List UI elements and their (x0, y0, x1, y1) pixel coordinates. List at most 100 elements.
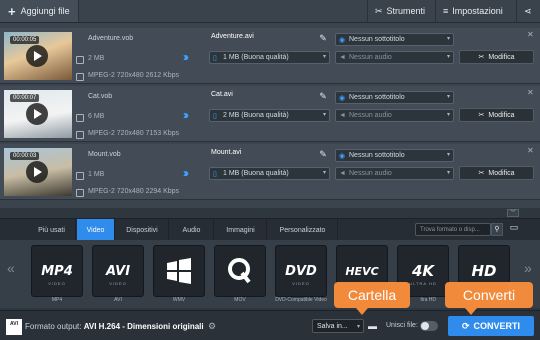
video-thumbnail[interactable]: 00:00:03 (4, 148, 72, 196)
subtitle-value: Nessun sottotitolo (349, 36, 405, 43)
format-mp4[interactable]: MP4 VIDEO (31, 245, 83, 297)
format-avi[interactable]: AVI VIDEO (92, 245, 144, 297)
format-logo: 4K (411, 262, 435, 280)
subtitle-icon: ◉ (339, 95, 346, 102)
windows-logo-icon (167, 258, 191, 284)
tools-label: Strumenti (386, 6, 426, 16)
speaker-icon: ◄ (339, 54, 346, 61)
chevron-down-icon: ▾ (446, 54, 450, 60)
source-size: 6 MB (88, 113, 105, 120)
pencil-icon[interactable]: ✎ (316, 33, 330, 45)
subtitle-icon: ◉ (339, 153, 346, 160)
close-icon[interactable]: ✕ (527, 30, 534, 39)
timecode: 00:00:03 (10, 152, 40, 160)
save-to-select[interactable]: Salva in... ▾ (312, 319, 364, 333)
tab-custom[interactable]: Personalizzato (268, 219, 338, 241)
format-dvd[interactable]: DVD VIDEO (275, 245, 327, 297)
tab-images[interactable]: Immagini (215, 219, 267, 241)
tab-video[interactable]: Video (77, 219, 115, 241)
merge-files-toggle[interactable] (420, 321, 438, 331)
edit-button[interactable]: ✂ Modifica (459, 108, 534, 122)
file-row[interactable]: 00:00:07 Cat.vob 6 MB MPEG-2 720x480 715… (0, 86, 540, 142)
output-size-select[interactable]: ▯ 1 MB (Buona qualità) ▾ (209, 51, 330, 64)
source-size: 2 MB (88, 55, 105, 62)
quicktime-logo-icon (228, 258, 251, 284)
format-search-input[interactable]: Trova formato o disp... (415, 223, 491, 236)
folder-icon[interactable]: ▬ (368, 321, 377, 331)
edit-button[interactable]: ✂ Modifica (459, 166, 534, 180)
output-filename[interactable]: Mount.avi (209, 149, 310, 161)
output-format-value[interactable]: AVI H.264 - Dimensioni originali (84, 322, 204, 331)
chevron-down-icon: ▾ (322, 112, 326, 118)
source-filename: Adventure.vob (88, 35, 134, 42)
subtitle-value: Nessun sottotitolo (349, 152, 405, 159)
settings-button[interactable]: ≡ Impostazioni (435, 0, 510, 22)
chevron-down-icon: ▾ (356, 324, 360, 330)
pencil-icon[interactable]: ✎ (316, 91, 330, 103)
play-icon[interactable] (26, 103, 48, 125)
search-icon[interactable]: ⚲ (491, 223, 503, 236)
subtitle-select[interactable]: ◉ Nessun sottotitolo ▾ (335, 91, 454, 104)
chevron-down-icon: ▾ (446, 36, 450, 42)
tab-devices[interactable]: Dispositivi (116, 219, 169, 241)
video-thumbnail[interactable]: 00:00:05 (4, 32, 72, 80)
gear-icon[interactable]: ⚙ (208, 321, 216, 332)
audio-select[interactable]: ◄ Nessun audio ▾ (335, 51, 454, 64)
convert-button[interactable]: ⟳ CONVERTI (448, 316, 534, 336)
source-size: 1 MB (88, 171, 105, 178)
source-info: MPEG-2 720x480 2294 Kbps (88, 188, 180, 195)
chevron-right-icon[interactable]: » (524, 260, 532, 276)
settings-icon: ≡ (443, 6, 449, 16)
format-logo: MP4 (41, 263, 73, 279)
close-icon[interactable]: ✕ (527, 146, 534, 155)
chevron-left-icon[interactable]: « (7, 260, 15, 276)
chevron-down-icon: ▾ (322, 170, 326, 176)
timecode: 00:00:07 (10, 94, 40, 102)
format-wmv[interactable] (153, 245, 205, 297)
format-mov[interactable] (214, 245, 266, 297)
tab-most-used[interactable]: Più usati (28, 219, 76, 241)
audio-select[interactable]: ◄ Nessun audio ▾ (335, 167, 454, 180)
subtitle-icon: ◉ (339, 37, 346, 44)
chevron-down-icon: ▾ (446, 94, 450, 100)
file-list: 00:00:05 Adventure.vob 2 MB MPEG-2 720x4… (0, 23, 540, 208)
edit-label: Modifica (488, 53, 515, 61)
device-detect-icon[interactable]: ▭ (507, 222, 521, 237)
file-icon: ▯ (213, 171, 217, 178)
source-filename: Cat.vob (88, 93, 113, 100)
collapse-panel-button[interactable]: ︾ (507, 209, 519, 217)
source-info: MPEG-2 720x480 2612 Kbps (88, 72, 180, 79)
video-info-icon (76, 189, 84, 197)
output-filename[interactable]: Cat.avi (209, 91, 310, 103)
play-icon[interactable] (26, 45, 48, 67)
refresh-icon: ⟳ (461, 320, 470, 331)
speaker-icon: ◄ (339, 112, 346, 119)
video-thumbnail[interactable]: 00:00:07 (4, 90, 72, 138)
file-icon: ▯ (213, 113, 217, 120)
share-button[interactable]: ⋖ (516, 0, 539, 22)
edit-button[interactable]: ✂ Modifica (459, 50, 534, 64)
pencil-icon[interactable]: ✎ (316, 149, 330, 161)
file-row[interactable]: 00:00:05 Adventure.vob 2 MB MPEG-2 720x4… (0, 28, 540, 84)
subtitle-select[interactable]: ◉ Nessun sottotitolo ▾ (335, 149, 454, 162)
add-files-button[interactable]: + Aggiungi file (0, 0, 79, 22)
play-icon[interactable] (26, 161, 48, 183)
file-size-icon (76, 114, 84, 122)
bottom-bar: AVI Formato output: AVI H.264 - Dimensio… (0, 310, 540, 340)
output-filename[interactable]: Adventure.avi (209, 33, 310, 45)
format-label: MOV (234, 297, 246, 303)
tools-icon: ✂ (375, 5, 383, 16)
plus-icon: + (8, 3, 16, 19)
output-size-select[interactable]: ▯ 1 MB (Buona qualità) ▾ (209, 167, 330, 180)
subtitle-value: Nessun sottotitolo (349, 94, 405, 101)
format-tabs: Più usati Video Dispositivi Audio Immagi… (0, 218, 540, 241)
video-info-icon (76, 73, 84, 81)
scissors-icon: ✂ (478, 54, 485, 61)
output-size-select[interactable]: ▯ 2 MB (Buona qualità) ▾ (209, 109, 330, 122)
tools-button[interactable]: ✂ Strumenti (367, 0, 432, 22)
tab-audio[interactable]: Audio (170, 219, 214, 241)
close-icon[interactable]: ✕ (527, 88, 534, 97)
subtitle-select[interactable]: ◉ Nessun sottotitolo ▾ (335, 33, 454, 46)
file-row[interactable]: 00:00:03 Mount.vob 1 MB MPEG-2 720x480 2… (0, 144, 540, 200)
audio-select[interactable]: ◄ Nessun audio ▾ (335, 109, 454, 122)
